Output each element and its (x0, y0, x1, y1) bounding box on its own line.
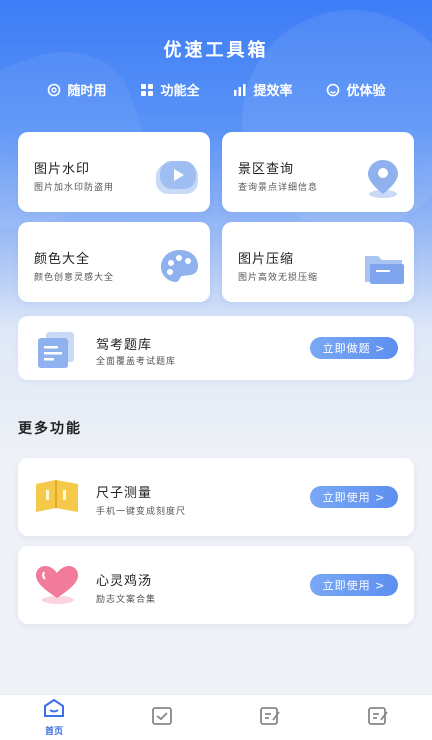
tab-home[interactable]: 首页 (24, 698, 84, 737)
feature-strip: 随时用 功能全 提效率 优体验 (0, 80, 432, 99)
card-compress[interactable]: 图片压缩 图片高效无损压缩 (222, 222, 414, 302)
home-icon (43, 698, 65, 722)
start-quiz-button[interactable]: 立即做题 > (310, 337, 398, 359)
card-ruler[interactable]: 尺子测量 手机一键变成刻度尺 立即使用 > (18, 458, 414, 536)
tab-home-label: 首页 (44, 727, 63, 737)
card-subtitle: 图片加水印防盗用 (34, 183, 115, 193)
card-title: 图片水印 (34, 162, 91, 177)
section-title: 更多功能 (18, 421, 82, 437)
card-colors[interactable]: 颜色大全 颜色创意灵感大全 (18, 222, 210, 302)
ruler-icon (32, 476, 82, 522)
heart-icon (32, 564, 82, 610)
card-subtitle: 图片高效无损压缩 (238, 273, 319, 283)
tab-tasks[interactable] (132, 706, 192, 730)
card-title: 图片压缩 (238, 252, 295, 267)
feature-label: 随时用 (67, 84, 107, 99)
smile-icon (325, 82, 341, 98)
bottom-tab-bar: 首页 (0, 694, 432, 740)
card-subtitle: 励志文案合集 (96, 595, 157, 605)
card-title: 心灵鸡汤 (96, 574, 153, 589)
feature-efficiency: 提效率 (232, 80, 293, 99)
grid-icon (139, 82, 155, 98)
page-title: 优速工具箱 (163, 40, 269, 61)
feature-complete: 功能全 (139, 80, 200, 99)
edit-icon (367, 706, 389, 730)
bar-chart-icon (232, 82, 248, 98)
card-exam[interactable]: 驾考题库 全面覆盖考试题库 立即做题 > (18, 316, 414, 380)
checkbox-icon (151, 706, 173, 730)
card-subtitle: 全面覆盖考试题库 (96, 357, 177, 367)
edit-icon (259, 706, 281, 730)
feature-anytime: 随时用 (46, 80, 107, 99)
feature-experience: 优体验 (325, 80, 386, 99)
feature-label: 提效率 (253, 84, 293, 99)
card-subtitle: 颜色创意灵感大全 (34, 273, 115, 283)
card-title: 驾考题库 (96, 338, 153, 353)
card-watermark[interactable]: 图片水印 图片加水印防盗用 (18, 132, 210, 212)
video-icon (154, 158, 202, 202)
feature-label: 优体验 (346, 84, 386, 99)
palette-icon (158, 246, 202, 290)
card-subtitle: 手机一键变成刻度尺 (96, 507, 187, 517)
card-title: 尺子测量 (96, 486, 153, 501)
feature-label: 功能全 (160, 84, 200, 99)
tab-notes[interactable] (240, 706, 300, 730)
folder-icon (362, 250, 406, 290)
card-title: 颜色大全 (34, 252, 91, 267)
tab-profile[interactable] (348, 706, 408, 730)
location-pin-icon (362, 156, 404, 204)
card-subtitle: 查询景点详细信息 (238, 183, 319, 193)
at-icon (46, 82, 62, 98)
card-soup[interactable]: 心灵鸡汤 励志文案合集 立即使用 > (18, 546, 414, 624)
card-title: 景区查询 (238, 162, 295, 177)
card-scenic[interactable]: 景区查询 查询景点详细信息 (222, 132, 414, 212)
use-ruler-button[interactable]: 立即使用 > (310, 486, 398, 508)
documents-icon (34, 330, 78, 374)
use-soup-button[interactable]: 立即使用 > (310, 574, 398, 596)
